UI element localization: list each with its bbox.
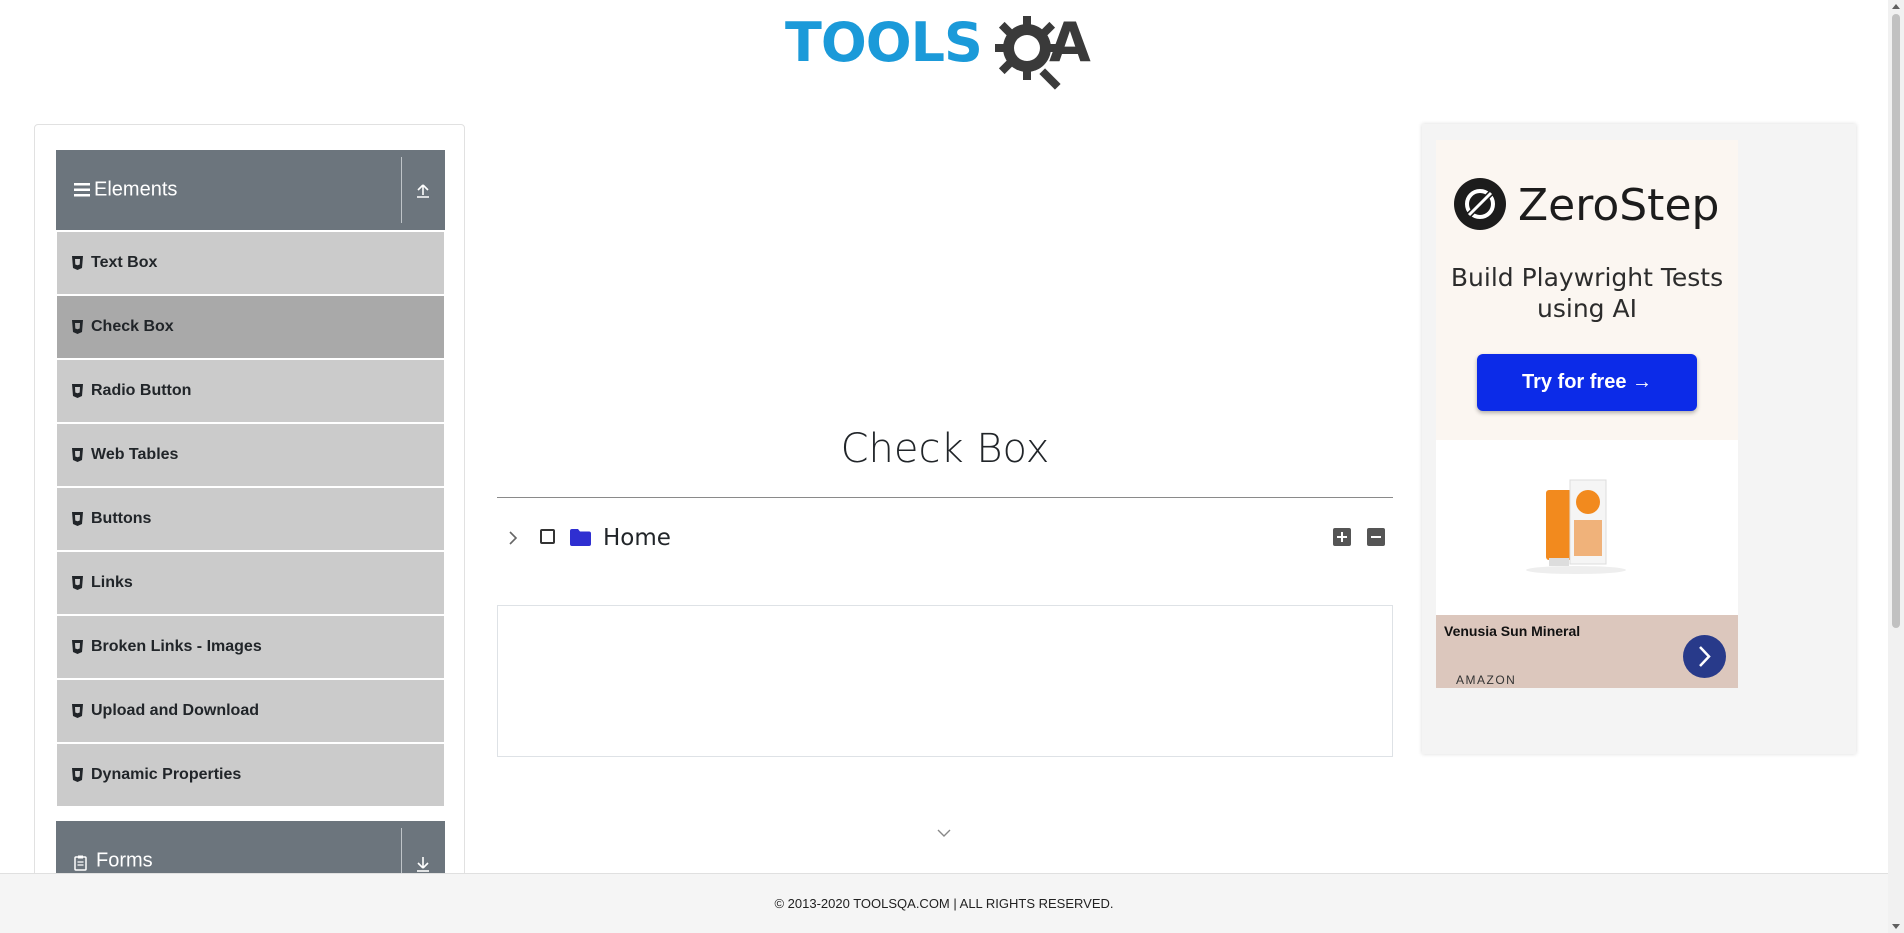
ad-cta-button[interactable]: Try for free →: [1477, 354, 1697, 411]
hamburger-icon: [74, 183, 90, 197]
group-title-forms: Forms: [96, 849, 153, 872]
ad-brand-name: ZeroStep: [1518, 180, 1720, 231]
scroll-down-arrow[interactable]: [1892, 924, 1900, 929]
group-divider: [401, 157, 402, 223]
menu-item-radio-button[interactable]: Radio Button: [57, 360, 444, 422]
tree-node-home: Home: [497, 520, 1393, 560]
scroll-thumb[interactable]: [1892, 14, 1900, 628]
sidebar: Elements Text Box Check Box Radio Button…: [34, 124, 465, 933]
footer: © 2013-2020 TOOLSQA.COM | ALL RIGHTS RES…: [0, 873, 1888, 933]
menu-item-buttons[interactable]: Buttons: [57, 488, 444, 550]
ad-next-button[interactable]: [1683, 635, 1726, 678]
home-checkbox[interactable]: [540, 529, 555, 544]
menu-item-upload-download[interactable]: Upload and Download: [57, 680, 444, 742]
clipboard-icon: [74, 855, 87, 871]
menu-item-label: Upload and Download: [91, 702, 259, 719]
arrow-down-icon[interactable]: [415, 854, 431, 872]
menu-item-links[interactable]: Links: [57, 552, 444, 614]
chevron-down-icon: [937, 829, 951, 837]
menu-item-dynamic-properties[interactable]: Dynamic Properties: [57, 744, 444, 806]
html5-icon: [72, 256, 83, 270]
group-header-elements[interactable]: Elements: [56, 150, 445, 230]
html5-icon: [72, 320, 83, 334]
logo-letter-a: A: [1049, 11, 1091, 74]
menu-item-label: Dynamic Properties: [91, 766, 242, 783]
tree-node-label[interactable]: Home: [603, 525, 671, 551]
ad-tagline: Build Playwright Tests using AI: [1450, 263, 1724, 323]
ad-product-info[interactable]: Venusia Sun Mineral AMAZON: [1436, 615, 1738, 688]
page-scrollbar[interactable]: [1888, 0, 1904, 933]
menu-item-label: Broken Links - Images: [91, 638, 262, 655]
menu-item-label: Web Tables: [91, 446, 179, 463]
html5-icon: [72, 704, 83, 718]
zerostep-logo-icon: [1454, 178, 1506, 230]
page-title: Check Box: [840, 426, 1050, 472]
toolsqa-logo[interactable]: TOOLS A: [785, 12, 1110, 92]
logo-text: TOOLS: [785, 11, 983, 74]
result-panel: [497, 605, 1393, 757]
html5-icon: [72, 512, 83, 526]
collapse-all-button[interactable]: [1367, 528, 1385, 546]
ad-promo: ZeroStep Build Playwright Tests using AI…: [1436, 140, 1738, 440]
chevron-right-icon: [1699, 646, 1711, 667]
menu-item-web-tables[interactable]: Web Tables: [57, 424, 444, 486]
html5-icon: [72, 576, 83, 590]
menu-item-label: Links: [91, 574, 133, 591]
expand-all-button[interactable]: [1333, 528, 1351, 546]
ad-source: AMAZON: [1456, 673, 1517, 687]
menu-item-check-box[interactable]: Check Box: [57, 296, 444, 358]
menu-item-label: Text Box: [91, 254, 158, 271]
group-title-elements: Elements: [94, 178, 178, 201]
arrow-up-icon[interactable]: [415, 181, 431, 199]
menu-item-broken-links[interactable]: Broken Links - Images: [57, 616, 444, 678]
menu-item-label: Radio Button: [91, 382, 192, 399]
menu-item-label: Check Box: [91, 318, 174, 335]
html5-icon: [72, 768, 83, 782]
html5-icon: [72, 640, 83, 654]
ad-product-image[interactable]: [1436, 440, 1738, 615]
scroll-up-arrow[interactable]: [1892, 4, 1900, 9]
html5-icon: [72, 384, 83, 398]
ad-banner[interactable]: ZeroStep Build Playwright Tests using AI…: [1436, 140, 1738, 688]
folder-icon: [570, 529, 591, 546]
html5-icon: [72, 448, 83, 462]
menu-item-text-box[interactable]: Text Box: [57, 232, 444, 294]
footer-copyright: © 2013-2020 TOOLSQA.COM | ALL RIGHTS RES…: [774, 896, 1114, 911]
ad-product-name: Venusia Sun Mineral: [1444, 623, 1581, 639]
title-divider: [497, 497, 1393, 498]
menu-item-label: Buttons: [91, 510, 152, 527]
chevron-right-icon[interactable]: [507, 530, 519, 546]
